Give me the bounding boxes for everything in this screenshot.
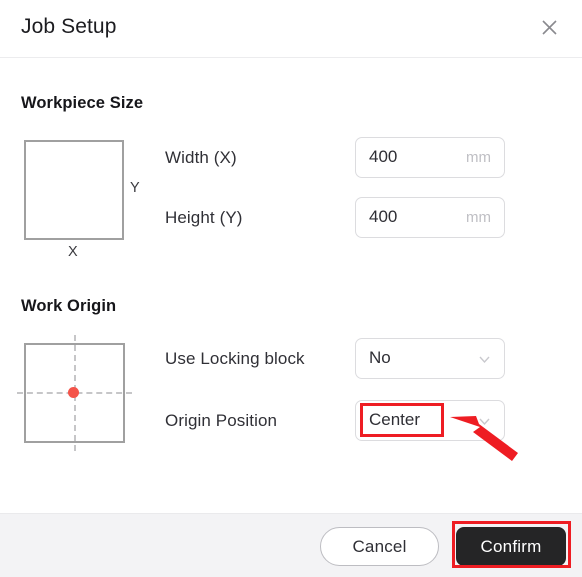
chevron-down-icon <box>477 414 492 429</box>
height-input[interactable]: 400 mm <box>355 197 505 238</box>
use-locking-block-dropdown[interactable]: No <box>355 338 505 379</box>
section-title-workpiece-size: Workpiece Size <box>21 94 144 112</box>
origin-dot-icon <box>68 387 79 398</box>
section-title-work-origin: Work Origin <box>21 297 117 315</box>
height-label: Height (Y) <box>165 208 243 227</box>
width-value: 400 <box>369 147 398 166</box>
width-unit: mm <box>466 149 491 166</box>
dialog-header: Job Setup <box>0 0 582 58</box>
origin-position-dropdown[interactable]: Center <box>355 400 505 441</box>
chevron-down-icon <box>477 352 492 367</box>
confirm-button[interactable]: Confirm <box>456 527 566 566</box>
workpiece-y-axis-label: Y <box>130 180 140 196</box>
close-icon[interactable] <box>532 10 566 44</box>
height-unit: mm <box>466 209 491 226</box>
page-title: Job Setup <box>21 15 117 38</box>
dialog-footer: Cancel Confirm <box>0 513 582 577</box>
height-value: 400 <box>369 207 398 226</box>
use-locking-block-label: Use Locking block <box>165 349 305 368</box>
cancel-button[interactable]: Cancel <box>320 527 439 566</box>
width-input[interactable]: 400 mm <box>355 137 505 178</box>
origin-position-label: Origin Position <box>165 411 278 430</box>
origin-position-value: Center <box>369 410 421 429</box>
workpiece-x-axis-label: X <box>68 244 78 260</box>
width-label: Width (X) <box>165 148 237 167</box>
job-setup-dialog: Job Setup Workpiece Size Y X Width (X) 4… <box>0 0 582 577</box>
use-locking-block-value: No <box>369 348 391 367</box>
workpiece-size-diagram <box>24 140 124 240</box>
dialog-body: Workpiece Size Y X Width (X) 400 mm Heig… <box>0 58 582 513</box>
